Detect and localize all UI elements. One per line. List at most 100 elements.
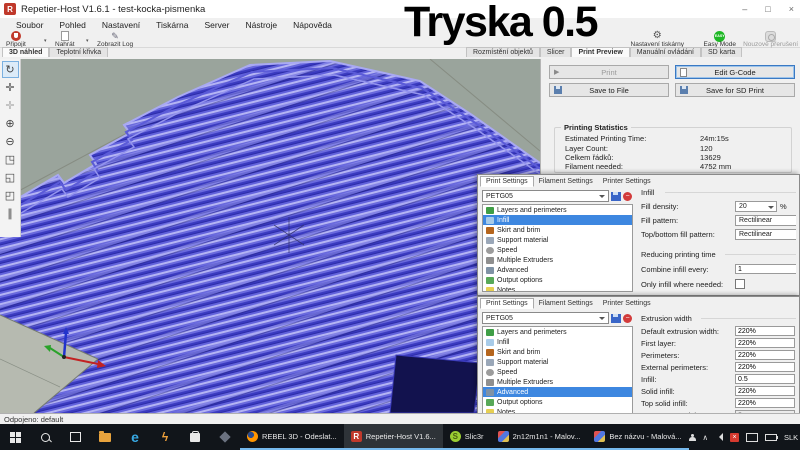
extrusion-row-input[interactable] xyxy=(735,386,795,396)
move-object-button[interactable]: ✛ xyxy=(2,79,19,96)
list-item-notes[interactable]: Notes xyxy=(483,285,632,292)
top-bottom-pattern-select[interactable]: Rectilinear xyxy=(735,229,796,240)
menu-nastroje[interactable]: Nástroje xyxy=(238,20,286,30)
save-to-file-button[interactable]: Save to File xyxy=(549,83,669,97)
list-item-skirt[interactable]: Skirt and brim xyxy=(483,225,632,235)
printer-settings-button[interactable]: ⚙ Nastavení tiskárny xyxy=(631,31,684,48)
speaker-icon[interactable] xyxy=(715,433,723,441)
show-log-button[interactable]: ✎ Zobrazit Log xyxy=(97,31,133,48)
menu-napoveda[interactable]: Nápověda xyxy=(285,20,340,30)
tab-manualni-ovladani[interactable]: Manuální ovládání xyxy=(630,47,701,57)
list-item-layers[interactable]: Layers and perimeters xyxy=(483,327,632,337)
load-button[interactable]: Nahrát xyxy=(55,31,75,48)
people-icon[interactable] xyxy=(689,434,696,441)
extrusion-row-input[interactable] xyxy=(735,350,795,360)
fill-density-select[interactable]: 20 xyxy=(735,201,777,212)
close-button[interactable]: × xyxy=(789,4,794,14)
combine-infill-input[interactable] xyxy=(735,264,796,274)
task-view-button[interactable] xyxy=(60,424,90,450)
only-infill-checkbox[interactable] xyxy=(735,279,745,289)
taskbar-app-firefox[interactable]: REBEL 3D - Odeslat... xyxy=(240,424,344,450)
tab-teplotni-krivka[interactable]: Teplotní křivka xyxy=(49,47,108,57)
tab-printer-settings[interactable]: Printer Settings xyxy=(598,299,656,308)
top-view-button[interactable]: ◰ xyxy=(2,187,19,204)
tab-printer-settings[interactable]: Printer Settings xyxy=(598,177,656,186)
minimize-button[interactable]: – xyxy=(742,4,747,14)
menu-server[interactable]: Server xyxy=(196,20,237,30)
list-item-skirt[interactable]: Skirt and brim xyxy=(483,347,632,357)
list-item-advanced[interactable]: Advanced xyxy=(483,265,632,275)
taskbar-app-slic3r[interactable]: S Slic3r xyxy=(443,424,491,450)
list-item-layers[interactable]: Layers and perimeters xyxy=(483,205,632,215)
extrusion-row-input[interactable] xyxy=(735,374,795,384)
tab-slicer[interactable]: Slicer xyxy=(540,47,572,57)
gcode-preview-viewport[interactable]: ↻ ✛ ✛ ⊕ ⊖ ◳ ◱ ◰ ∥ xyxy=(0,59,540,413)
maximize-button[interactable]: □ xyxy=(765,4,770,14)
easy-mode-button[interactable]: EASY Easy Mode xyxy=(703,31,736,48)
start-button[interactable] xyxy=(0,424,30,450)
list-item-output[interactable]: Output options xyxy=(483,275,632,285)
tab-print-preview[interactable]: Print Preview xyxy=(571,47,629,57)
rotate-view-button[interactable]: ↻ xyxy=(2,61,19,78)
profile-select[interactable]: PETG05 xyxy=(482,190,609,202)
battery-icon[interactable] xyxy=(765,434,777,441)
list-item-infill[interactable]: Infill xyxy=(483,215,632,225)
file-explorer-button[interactable] xyxy=(90,424,120,450)
gcode-preview-canvas[interactable] xyxy=(0,59,540,413)
list-item-advanced[interactable]: Advanced xyxy=(483,387,632,397)
list-item-output[interactable]: Output options xyxy=(483,397,632,407)
tab-print-settings[interactable]: Print Settings xyxy=(480,176,534,187)
taskbar-app-paint-1[interactable]: 2n12m1n1 - Malov... xyxy=(491,424,588,450)
list-item-speed[interactable]: Speed xyxy=(483,245,632,255)
list-item-support[interactable]: Support material xyxy=(483,235,632,245)
tab-print-settings[interactable]: Print Settings xyxy=(480,298,534,309)
list-item-speed[interactable]: Speed xyxy=(483,367,632,377)
save-for-sd-button[interactable]: Save for SD Print xyxy=(675,83,795,97)
zoom-out-button[interactable]: ⊖ xyxy=(2,133,19,150)
network-display-icon[interactable] xyxy=(746,433,758,442)
store-button[interactable] xyxy=(180,424,210,450)
connect-button[interactable]: Připojit xyxy=(6,31,26,48)
connect-dropdown-arrow[interactable]: ▾ xyxy=(44,38,47,44)
taskbar-app-repetier[interactable]: R Repetier-Host V1.6... xyxy=(344,424,443,450)
extrusion-row-input[interactable] xyxy=(735,398,795,408)
list-item-infill[interactable]: Infill xyxy=(483,337,632,347)
tab-3d-nahled[interactable]: 3D náhled xyxy=(2,47,49,57)
load-dropdown-arrow[interactable]: ▾ xyxy=(86,38,89,44)
edit-gcode-button[interactable]: Edit G-Code xyxy=(675,65,795,79)
tab-sd-karta[interactable]: SD karta xyxy=(701,47,742,57)
taskbar-search-button[interactable] xyxy=(30,424,60,450)
language-indicator[interactable]: SLK xyxy=(784,433,798,442)
tray-expand-chevron[interactable]: ∧ xyxy=(703,433,709,442)
extrusion-row-input[interactable] xyxy=(735,362,795,372)
menu-tiskarna[interactable]: Tiskárna xyxy=(148,20,196,30)
menu-nastaveni[interactable]: Nastavení xyxy=(94,20,148,30)
print-button[interactable]: ▶ Print xyxy=(549,65,669,79)
tab-filament-settings[interactable]: Filament Settings xyxy=(534,177,598,186)
tab-rozmisteni-objektu[interactable]: Rozmístění objektů xyxy=(466,47,540,57)
menu-soubor[interactable]: Soubor xyxy=(8,20,51,30)
delete-profile-icon[interactable]: − xyxy=(623,192,632,201)
profile-select[interactable]: PETG05 xyxy=(482,312,609,324)
save-profile-icon[interactable] xyxy=(611,314,621,323)
tab-filament-settings[interactable]: Filament Settings xyxy=(534,299,598,308)
tray-app-icon[interactable]: × xyxy=(730,433,739,442)
extrusion-row-input[interactable] xyxy=(735,326,795,336)
front-view-button[interactable]: ◱ xyxy=(2,169,19,186)
edge-button[interactable]: e xyxy=(120,424,150,450)
list-item-extruders[interactable]: Multiple Extruders xyxy=(483,377,632,387)
list-item-support[interactable]: Support material xyxy=(483,357,632,367)
save-profile-icon[interactable] xyxy=(611,192,621,201)
extrusion-row-input[interactable] xyxy=(735,338,795,348)
list-item-extruders[interactable]: Multiple Extruders xyxy=(483,255,632,265)
builder-3d-button[interactable] xyxy=(210,424,240,450)
zoom-in-button[interactable]: ⊕ xyxy=(2,115,19,132)
menu-pohled[interactable]: Pohled xyxy=(51,20,93,30)
parallel-projection-button[interactable]: ∥ xyxy=(2,205,19,222)
isometric-view-button[interactable]: ◳ xyxy=(2,151,19,168)
delete-profile-icon[interactable]: − xyxy=(623,314,632,323)
taskbar-app-paint-2[interactable]: Bez názvu - Malová... xyxy=(587,424,688,450)
winamp-button[interactable]: ϟ xyxy=(150,424,180,450)
move-viewpoint-button[interactable]: ✛ xyxy=(2,97,19,114)
fill-pattern-select[interactable]: Rectilinear xyxy=(735,215,796,226)
